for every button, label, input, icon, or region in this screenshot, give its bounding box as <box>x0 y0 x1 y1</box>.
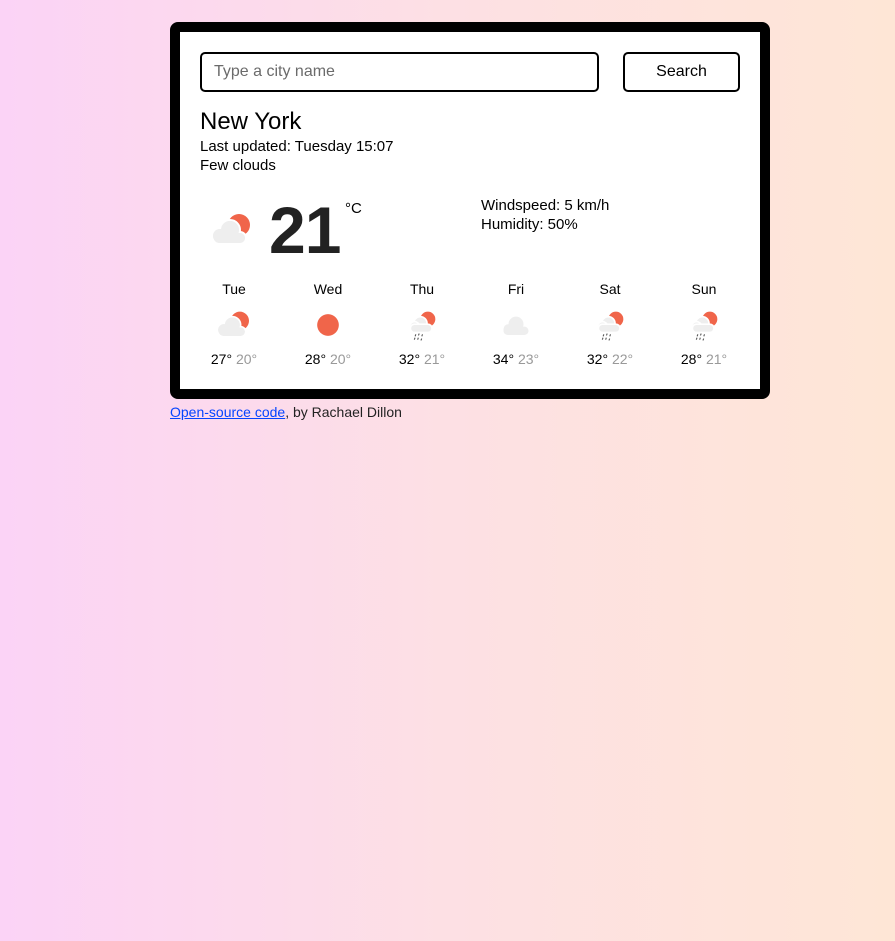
clouds-icon <box>496 308 536 342</box>
forecast-min: 20° <box>329 351 352 367</box>
rain-icon <box>590 308 630 342</box>
forecast: Tue 27° 20° Wed 28° 20° Thu 32° 21° Fri … <box>187 280 753 367</box>
forecast-day: Fri 34° 23° <box>469 280 563 367</box>
current-temperature: 21 <box>269 193 341 267</box>
forecast-temps: 27° 20° <box>187 351 281 367</box>
city-name: New York <box>200 108 302 135</box>
forecast-day-name: Sun <box>691 281 717 297</box>
forecast-max: 27° <box>210 351 233 367</box>
forecast-max: 34° <box>492 351 515 367</box>
humidity: Humidity: 50% <box>481 216 578 233</box>
few-clouds-icon <box>214 308 254 342</box>
few-clouds-icon <box>208 210 256 250</box>
forecast-max: 28° <box>304 351 327 367</box>
rain-icon <box>684 308 724 342</box>
forecast-max: 32° <box>586 351 609 367</box>
footer: Open-source code, by Rachael Dillon <box>170 404 402 420</box>
forecast-day: Wed 28° 20° <box>281 280 375 367</box>
forecast-temps: 28° 21° <box>657 351 751 367</box>
footer-credit: , by Rachael Dillon <box>285 404 402 420</box>
forecast-temps: 32° 22° <box>563 351 657 367</box>
forecast-temps: 28° 20° <box>281 351 375 367</box>
forecast-day-name: Sat <box>599 281 621 297</box>
weather-description: Few clouds <box>200 157 276 174</box>
forecast-day: Sat 32° 22° <box>563 280 657 367</box>
forecast-day: Tue 27° 20° <box>187 280 281 367</box>
forecast-min: 21° <box>705 351 728 367</box>
temperature-unit: °C <box>345 200 362 217</box>
windspeed: Windspeed: 5 km/h <box>481 197 610 214</box>
forecast-min: 20° <box>235 351 258 367</box>
forecast-day-name: Fri <box>507 281 525 297</box>
clear-sky-icon <box>308 308 348 342</box>
weather-card: Search New York Last updated: Tuesday 15… <box>170 22 770 399</box>
forecast-day-name: Thu <box>409 281 435 297</box>
weather-details: Windspeed: 5 km/h Humidity: 50% <box>481 196 609 234</box>
forecast-max: 32° <box>398 351 421 367</box>
forecast-min: 22° <box>611 351 634 367</box>
search-button[interactable]: Search <box>623 52 740 92</box>
forecast-temps: 34° 23° <box>469 351 563 367</box>
forecast-temps: 32° 21° <box>375 351 469 367</box>
city-search-input[interactable] <box>200 52 599 92</box>
last-updated: Last updated: Tuesday 15:07 <box>200 138 394 155</box>
search-form: Search <box>200 52 740 92</box>
forecast-day-name: Wed <box>313 281 343 297</box>
forecast-min: 21° <box>423 351 446 367</box>
open-source-link[interactable]: Open-source code <box>170 404 285 420</box>
forecast-day: Thu 32° 21° <box>375 280 469 367</box>
forecast-day: Sun 28° 21° <box>657 280 751 367</box>
forecast-max: 28° <box>680 351 703 367</box>
forecast-min: 23° <box>517 351 540 367</box>
rain-icon <box>402 308 442 342</box>
forecast-day-name: Tue <box>222 281 246 297</box>
